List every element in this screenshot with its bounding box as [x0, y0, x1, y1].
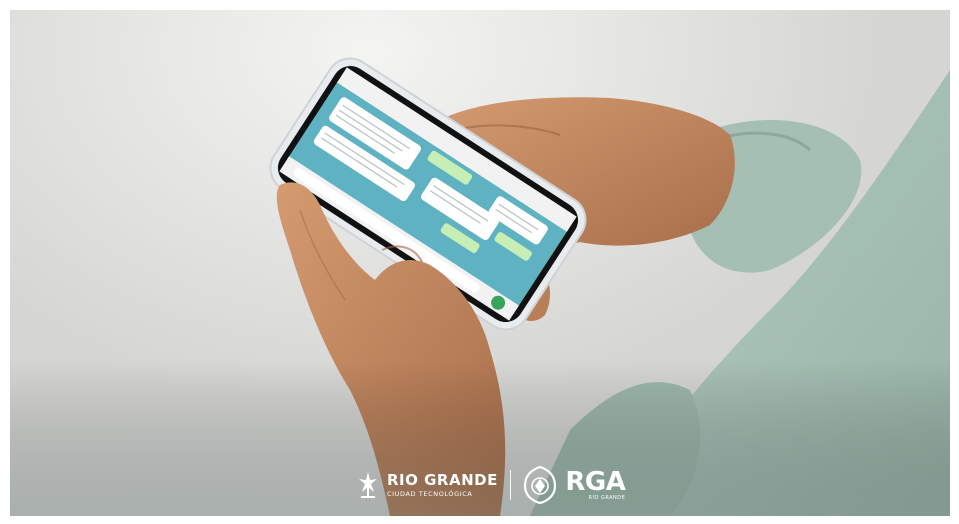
- rga-logo: RGA RÍO GRANDE: [523, 466, 626, 504]
- rga-crest-icon: [524, 466, 557, 504]
- scene-illustration: [10, 57, 950, 516]
- photo: RIO GRANDE CIUDAD TECNOLÓGICA RGA RÍO GR…: [10, 10, 950, 516]
- page: RIO GRANDE CIUDAD TECNOLÓGICA RGA RÍO GR…: [0, 0, 959, 524]
- rio-grande-subtitle: CIUDAD TECNOLÓGICA: [387, 489, 473, 498]
- rio-grande-emblem-icon: [359, 472, 377, 498]
- rga-subtitle: RÍO GRANDE: [588, 495, 626, 501]
- logo-divider: [509, 470, 512, 500]
- rio-grande-logo: RIO GRANDE CIUDAD TECNOLÓGICA: [355, 470, 498, 500]
- logo-bar: RIO GRANDE CIUDAD TECNOLÓGICA RGA RÍO GR…: [355, 462, 626, 508]
- rio-grande-name: RIO GRANDE: [387, 470, 498, 489]
- rga-name: RGA: [565, 467, 626, 497]
